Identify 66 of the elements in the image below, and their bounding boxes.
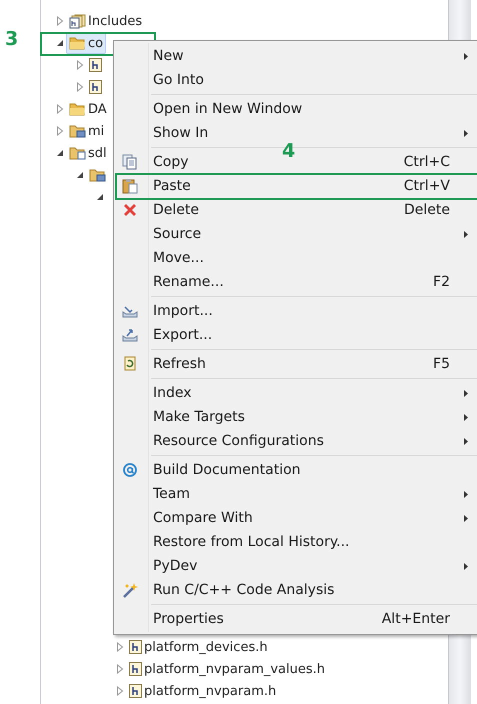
annotation-number: 3 (5, 28, 18, 50)
collapsed-arrow-icon[interactable] (116, 664, 124, 674)
tree-item[interactable]: co (66, 32, 106, 54)
shortcut-label: Alt+Enter (382, 611, 450, 627)
menu-item[interactable]: Open in New Window (114, 97, 477, 121)
shortcut-label: F5 (433, 356, 450, 372)
menu-item[interactable]: Delete Delete (114, 198, 477, 222)
expanded-arrow-icon[interactable] (56, 149, 64, 157)
menu-item[interactable]: PyDev (114, 554, 477, 578)
tree-item[interactable]: platform_nvparam.h (126, 680, 280, 702)
menu-item[interactable]: Compare With (114, 506, 477, 530)
collapsed-arrow-icon[interactable] (56, 126, 64, 136)
collapsed-arrow-icon[interactable] (116, 686, 124, 696)
menu-item[interactable]: Move... (114, 246, 477, 270)
shortcut-label: Delete (404, 202, 450, 218)
folder-icon (69, 36, 86, 50)
expanded-arrow-icon[interactable] (96, 193, 104, 201)
project-folder-icon (69, 146, 86, 160)
collapsed-arrow-icon[interactable] (56, 16, 64, 26)
collapsed-arrow-icon[interactable] (76, 82, 84, 92)
menu-item[interactable]: Resource Configurations (114, 429, 477, 453)
menu-item[interactable]: Build Documentation (114, 458, 477, 482)
header-file-icon (129, 662, 142, 676)
menu-item[interactable]: Team (114, 482, 477, 506)
tree-item[interactable]: mi (66, 120, 108, 142)
menu-item[interactable]: Export... (114, 323, 477, 347)
shortcut-label: Ctrl+V (404, 178, 450, 194)
expanded-arrow-icon[interactable] (76, 171, 84, 179)
includes-icon (69, 14, 86, 28)
header-file-icon (129, 684, 142, 698)
menu-item[interactable]: Run C/C++ Code Analysis (114, 578, 477, 602)
expanded-arrow-icon[interactable] (56, 39, 64, 47)
header-file-icon (129, 640, 142, 654)
shortcut-label: F2 (433, 274, 450, 290)
menu-item[interactable]: Import... (114, 299, 477, 323)
menu-item[interactable]: Go Into (114, 68, 477, 92)
header-file-icon (89, 80, 102, 94)
refresh-icon (122, 356, 138, 372)
menu-item[interactable]: Rename... F2 (114, 270, 477, 294)
menu-item[interactable]: Source (114, 222, 477, 246)
copy-icon (122, 154, 138, 170)
package-folder-icon (69, 124, 86, 138)
collapsed-arrow-icon[interactable] (56, 104, 64, 114)
paste-icon (122, 178, 138, 194)
collapsed-arrow-icon[interactable] (116, 642, 124, 652)
at-sign-icon (122, 462, 138, 478)
tree-item[interactable]: platform_nvparam_values.h (126, 658, 328, 680)
menu-item[interactable]: Properties Alt+Enter (114, 607, 477, 631)
delete-icon (122, 202, 138, 218)
annotation-number: 4 (282, 140, 296, 162)
tree-item[interactable]: DA (66, 98, 110, 120)
tree-item[interactable]: platform_devices.h (126, 636, 271, 658)
magic-wand-icon (122, 582, 140, 598)
package-folder-icon (89, 168, 106, 182)
header-file-icon (89, 58, 102, 72)
folder-icon (69, 102, 86, 116)
menu-item[interactable]: Refresh F5 (114, 352, 477, 376)
menu-item[interactable]: New (114, 44, 477, 68)
tree-item[interactable]: Includes (66, 10, 146, 32)
collapsed-arrow-icon[interactable] (76, 60, 84, 70)
menu-item[interactable]: Index (114, 381, 477, 405)
export-icon (122, 327, 138, 343)
menu-item[interactable]: Restore from Local History... (114, 530, 477, 554)
shortcut-label: Ctrl+C (404, 154, 450, 170)
tree-item[interactable]: sdl (66, 142, 110, 164)
menu-item[interactable]: Make Targets (114, 405, 477, 429)
